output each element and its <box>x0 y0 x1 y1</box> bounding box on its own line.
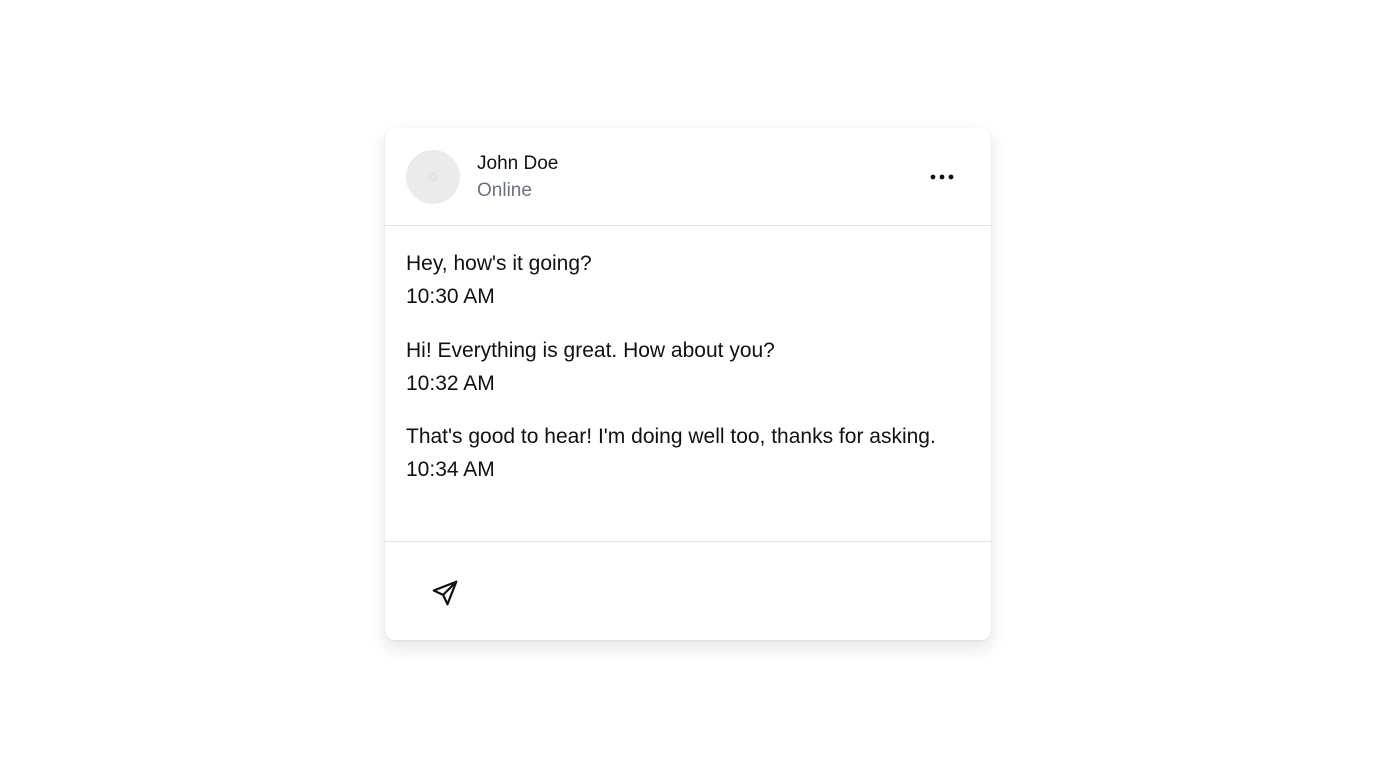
more-options-button[interactable] <box>925 163 959 191</box>
message-time: 10:34 AM <box>406 457 495 481</box>
message-composer <box>385 542 991 640</box>
message-item: That's good to hear! I'm doing well too,… <box>406 421 946 486</box>
message-text: That's good to hear! I'm doing well too,… <box>406 425 936 448</box>
contact-status: Online <box>477 180 532 201</box>
send-icon <box>432 580 458 606</box>
message-text: Hey, how's it going? <box>406 252 592 275</box>
chat-card: John Doe Online Hey, how's it going? 10:… <box>385 128 991 640</box>
message-item: Hi! Everything is great. How about you? … <box>406 335 946 400</box>
avatar-placeholder-icon <box>429 173 437 181</box>
message-time: 10:30 AM <box>406 284 495 308</box>
message-item: Hey, how's it going? 10:30 AM <box>406 248 946 313</box>
more-horizontal-icon <box>930 174 954 180</box>
message-list: Hey, how's it going? 10:30 AM Hi! Everyt… <box>385 226 991 542</box>
send-button[interactable] <box>425 573 465 613</box>
message-text: Hi! Everything is great. How about you? <box>406 339 775 362</box>
contact-name: John Doe <box>477 153 559 174</box>
avatar[interactable] <box>406 150 460 204</box>
message-time: 10:32 AM <box>406 371 495 395</box>
chat-header: John Doe Online <box>385 128 991 226</box>
